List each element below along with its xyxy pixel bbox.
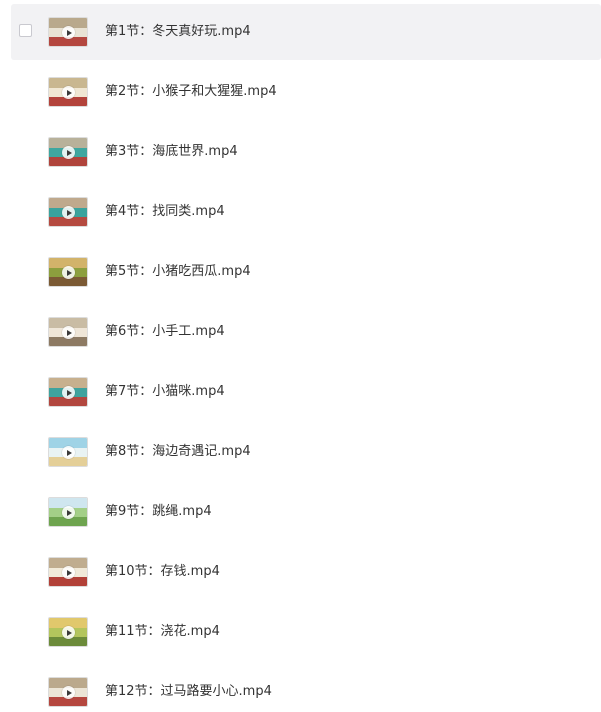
file-row[interactable]: 第7节：小猫咪.mp4 — [11, 364, 601, 420]
video-thumbnail[interactable] — [48, 497, 88, 527]
file-name[interactable]: 第3节：海底世界.mp4 — [105, 142, 238, 162]
video-thumbnail[interactable] — [48, 257, 88, 287]
play-icon — [62, 326, 75, 339]
file-row[interactable]: 第4节：找同类.mp4 — [11, 184, 601, 240]
file-name[interactable]: 第11节：浇花.mp4 — [105, 622, 220, 642]
video-thumbnail[interactable] — [48, 77, 88, 107]
file-row[interactable]: 第6节：小手工.mp4 — [11, 304, 601, 360]
file-name[interactable]: 第2节：小猴子和大猩猩.mp4 — [105, 82, 277, 102]
file-row[interactable]: 第1节：冬天真好玩.mp4 — [11, 4, 601, 60]
video-thumbnail[interactable] — [48, 317, 88, 347]
file-row[interactable]: 第3节：海底世界.mp4 — [11, 124, 601, 180]
select-checkbox[interactable] — [19, 24, 32, 37]
video-thumbnail[interactable] — [48, 17, 88, 47]
file-row[interactable]: 第5节：小猪吃西瓜.mp4 — [11, 244, 601, 300]
file-name[interactable]: 第7节：小猫咪.mp4 — [105, 382, 225, 402]
file-row[interactable]: 第9节：跳绳.mp4 — [11, 484, 601, 540]
play-icon — [62, 266, 75, 279]
file-name[interactable]: 第9节：跳绳.mp4 — [105, 502, 212, 522]
file-list: 第1节：冬天真好玩.mp4 第2节：小猴子和大猩猩.mp4 第3节：海底世界.mp4… — [0, 0, 601, 712]
play-icon — [62, 206, 75, 219]
video-thumbnail[interactable] — [48, 677, 88, 707]
play-icon — [62, 506, 75, 519]
file-name[interactable]: 第5节：小猪吃西瓜.mp4 — [105, 262, 251, 282]
video-thumbnail[interactable] — [48, 137, 88, 167]
file-name[interactable]: 第6节：小手工.mp4 — [105, 322, 225, 342]
play-icon — [62, 386, 75, 399]
file-name[interactable]: 第8节：海边奇遇记.mp4 — [105, 442, 251, 462]
play-icon — [62, 566, 75, 579]
file-row[interactable]: 第10节：存钱.mp4 — [11, 544, 601, 600]
video-thumbnail[interactable] — [48, 197, 88, 227]
play-icon — [62, 146, 75, 159]
file-row[interactable]: 第11节：浇花.mp4 — [11, 604, 601, 660]
play-icon — [62, 86, 75, 99]
play-icon — [62, 626, 75, 639]
play-icon — [62, 686, 75, 699]
file-row[interactable]: 第12节：过马路要小心.mp4 — [11, 664, 601, 712]
play-icon — [62, 26, 75, 39]
video-thumbnail[interactable] — [48, 557, 88, 587]
video-thumbnail[interactable] — [48, 617, 88, 647]
file-row[interactable]: 第2节：小猴子和大猩猩.mp4 — [11, 64, 601, 120]
file-row[interactable]: 第8节：海边奇遇记.mp4 — [11, 424, 601, 480]
file-name[interactable]: 第12节：过马路要小心.mp4 — [105, 682, 272, 702]
play-icon — [62, 446, 75, 459]
file-name[interactable]: 第1节：冬天真好玩.mp4 — [105, 22, 251, 42]
file-name[interactable]: 第10节：存钱.mp4 — [105, 562, 220, 582]
file-name[interactable]: 第4节：找同类.mp4 — [105, 202, 225, 222]
video-thumbnail[interactable] — [48, 437, 88, 467]
video-thumbnail[interactable] — [48, 377, 88, 407]
